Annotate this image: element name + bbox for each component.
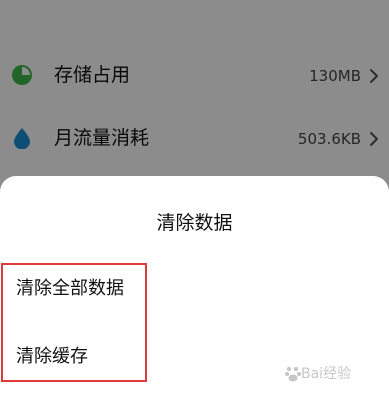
watermark-text: Bai经验: [301, 366, 352, 382]
sheet-title: 清除数据: [156, 212, 233, 234]
watermark: Bai经验: [285, 361, 355, 387]
clear-data-sheet: 清除数据 清除全部数据 清除缓存 Bai经验: [0, 176, 389, 407]
clear-cache-option[interactable]: 清除缓存: [16, 344, 88, 370]
clear-all-data-option[interactable]: 清除全部数据: [16, 276, 124, 302]
paw-icon: [285, 366, 301, 382]
